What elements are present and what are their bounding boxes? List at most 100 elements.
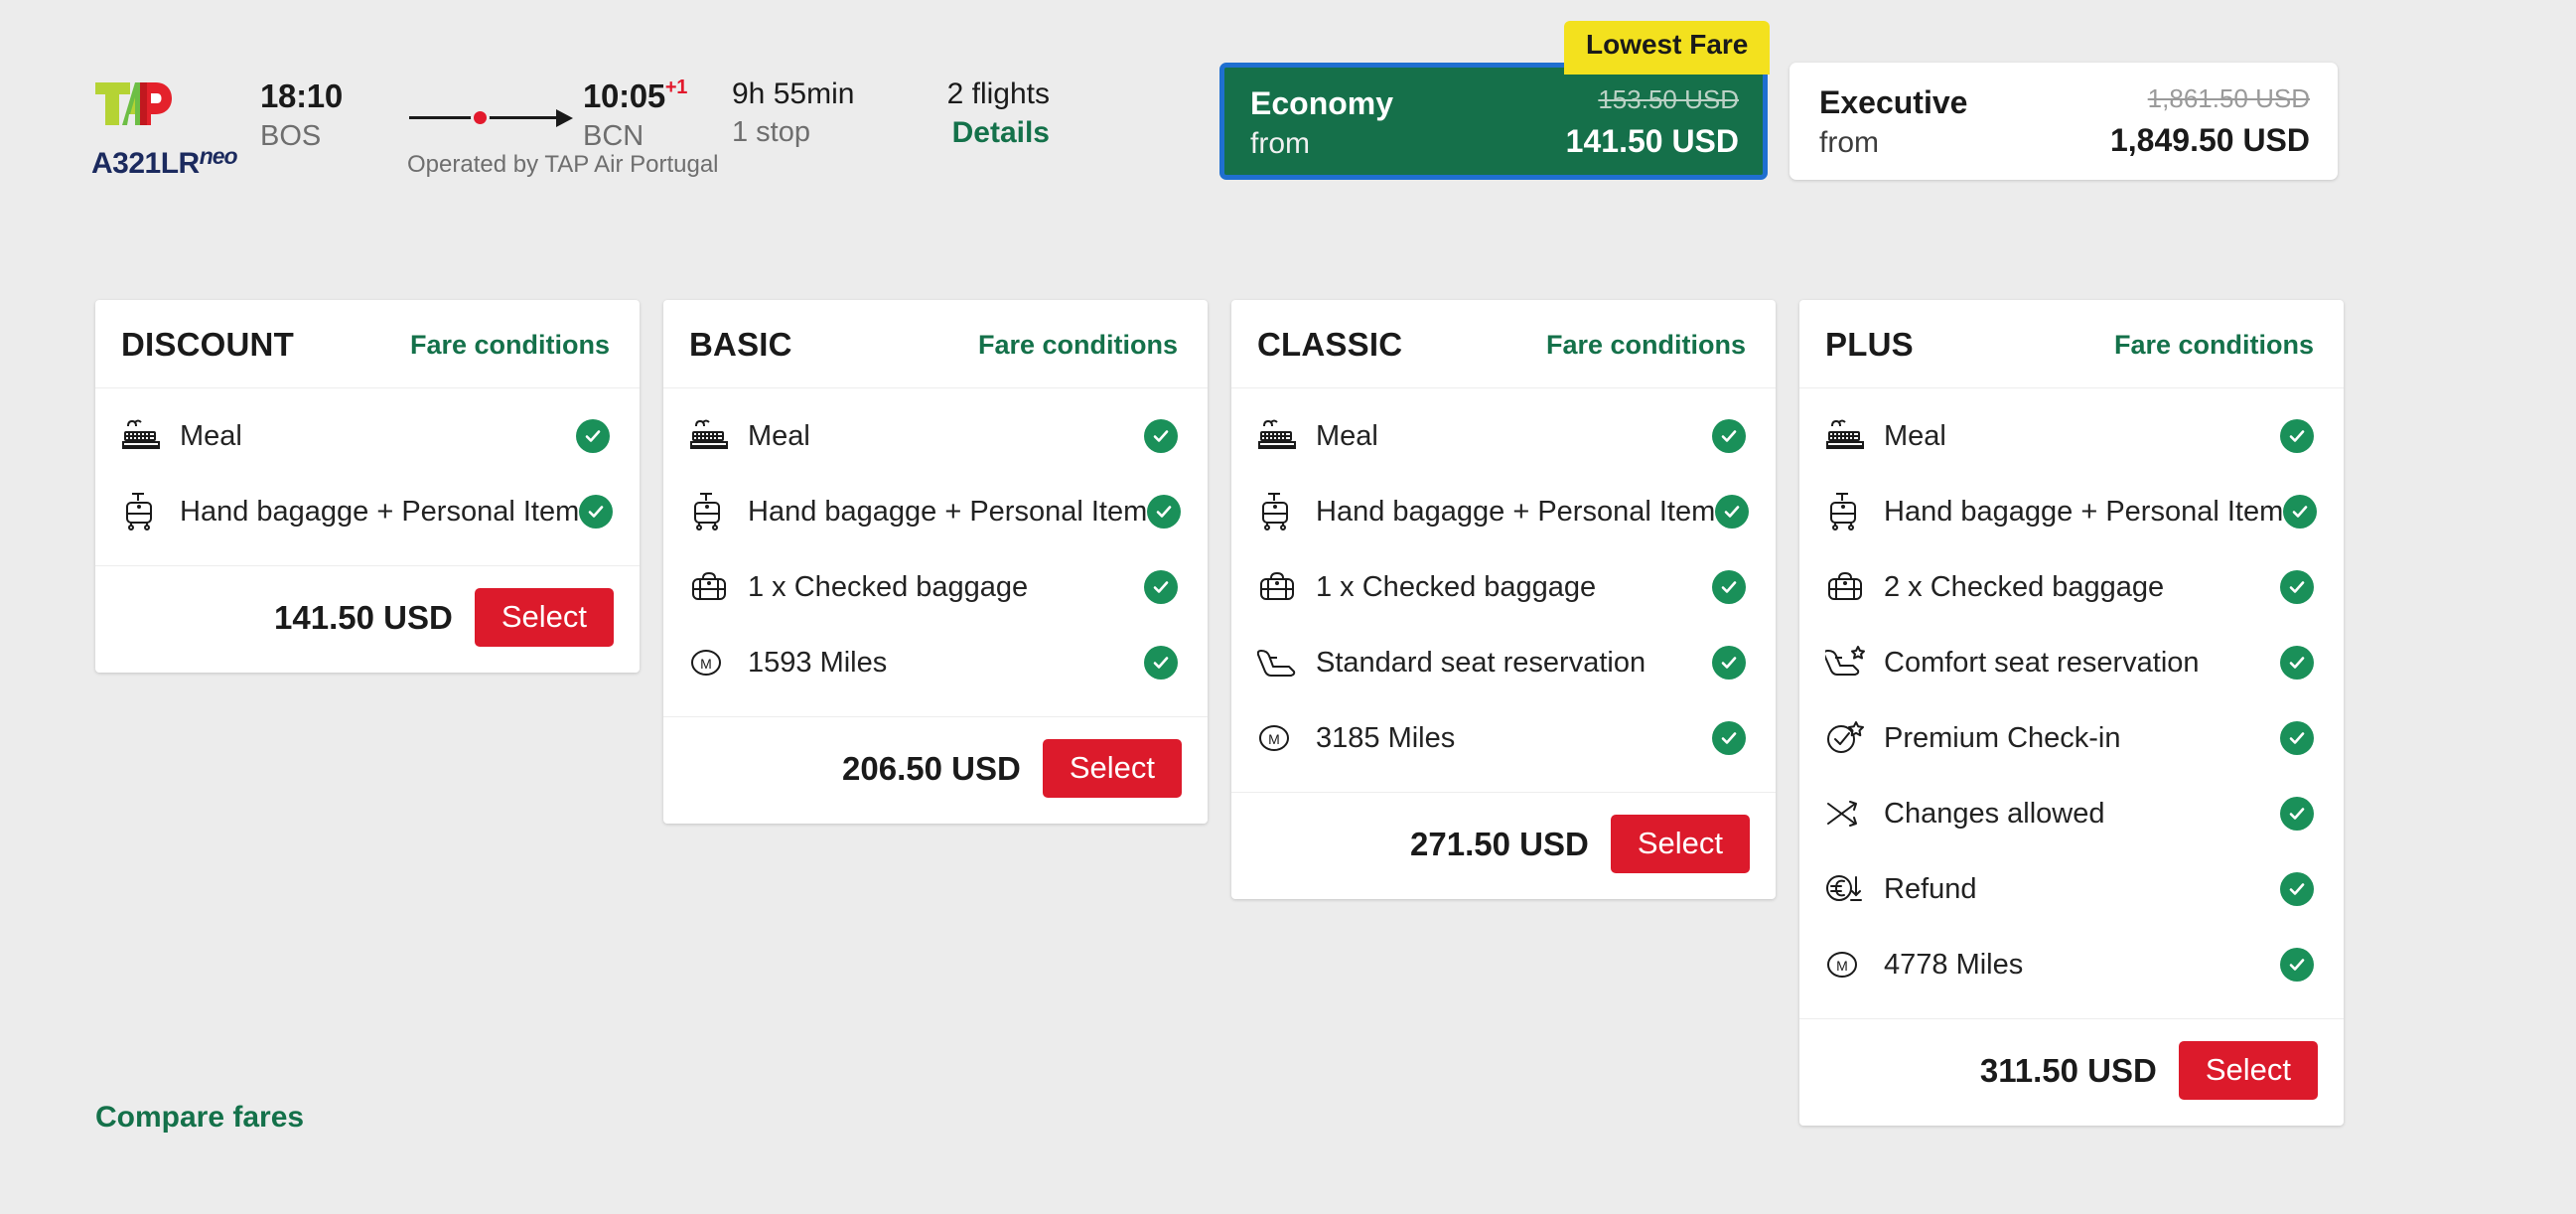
fare-feature-label: Meal (165, 420, 576, 453)
feature-included-check-icon (2280, 721, 2314, 755)
stop-count: 1 stop (732, 116, 891, 149)
flights-block: 2 flights Details (891, 60, 1050, 150)
fare-conditions-link[interactable]: Fare conditions (2114, 330, 2314, 361)
feature-included-check-icon (1712, 646, 1746, 680)
fare-feature-row: M3185 Miles (1257, 700, 1746, 776)
fare-conditions-link[interactable]: Fare conditions (410, 330, 610, 361)
departure-time-value: 18:10 (260, 77, 343, 114)
fare-feature-row: Changes allowed (1825, 776, 2314, 851)
stopover-dot-icon (471, 108, 490, 127)
cabin-tab-economy-price: 141.50 USD (1566, 121, 1739, 163)
cabin-tab-executive-from: from (1819, 124, 1967, 162)
fare-feature-row: Meal (121, 398, 610, 474)
premium-checkin-icon (1825, 717, 1869, 759)
select-button[interactable]: Select (1611, 815, 1750, 873)
departure-block: 18:10 BOS (260, 60, 409, 153)
fare-feature-row: 1 x Checked baggage (1257, 549, 1746, 625)
feature-included-check-icon (2280, 646, 2314, 680)
fare-card-plus: PLUS Fare conditions Meal Hand bagagge + Pe… (1799, 300, 2344, 1126)
fare-feature-row: Meal (1825, 398, 2314, 474)
fare-card-header: DISCOUNT Fare conditions (95, 300, 640, 388)
feature-included-check-icon (2280, 948, 2314, 982)
fare-card-title: CLASSIC (1257, 326, 1402, 364)
route-line-block (409, 60, 583, 127)
feature-included-check-icon (2280, 570, 2314, 604)
flight-summary: A321LRneo 18:10 BOS 10:05+1 BCN 9h 55min (91, 60, 1174, 189)
fare-card-footer: 271.50 USD Select (1231, 792, 1776, 899)
fare-feature-label: 1 x Checked baggage (1301, 571, 1712, 604)
fare-card-title: PLUS (1825, 326, 1914, 364)
fare-conditions-link[interactable]: Fare conditions (1546, 330, 1746, 361)
fare-feature-list: Meal Hand bagagge + Personal Item (95, 388, 640, 565)
fare-price: 141.50 USD (274, 599, 453, 637)
fare-selection-page: A321LRneo 18:10 BOS 10:05+1 BCN 9h 55min (0, 0, 2576, 1214)
feature-included-check-icon (1144, 570, 1178, 604)
flight-duration: 9h 55min (732, 77, 891, 111)
route-arrow-icon (556, 109, 573, 127)
fare-price: 311.50 USD (1980, 1052, 2157, 1090)
select-button[interactable]: Select (475, 588, 614, 647)
fare-feature-list: Meal Hand bagagge + Personal Item 1 x Chec… (1231, 388, 1776, 792)
fare-feature-label: 1593 Miles (733, 647, 1144, 680)
select-button[interactable]: Select (2179, 1041, 2318, 1100)
operated-by-text: Operated by TAP Air Portugal (407, 151, 719, 179)
fare-price: 206.50 USD (842, 750, 1021, 788)
fare-feature-row: Hand bagagge + Personal Item (689, 474, 1178, 549)
departure-airport-code: BOS (260, 120, 409, 153)
fare-feature-row: 1 x Checked baggage (689, 549, 1178, 625)
fare-card-title: DISCOUNT (121, 326, 294, 364)
cabin-tab-executive-price: 1,849.50 USD (2110, 120, 2310, 162)
fare-feature-label: 2 x Checked baggage (1869, 571, 2280, 604)
arrival-block: 10:05+1 BCN (583, 60, 732, 153)
fare-card-title: BASIC (689, 326, 792, 364)
feature-included-check-icon (1712, 570, 1746, 604)
cabin-class-tabs: Economy from 153.50 USD 141.50 USD Execu… (1219, 63, 2338, 180)
fare-card-footer: 206.50 USD Select (663, 716, 1208, 824)
meal-tray-icon (121, 415, 165, 457)
aircraft-model-text: A321LR (91, 147, 200, 181)
select-button[interactable]: Select (1043, 739, 1182, 798)
cabin-tab-economy-name: Economy (1250, 83, 1393, 123)
cabin-tab-economy[interactable]: Economy from 153.50 USD 141.50 USD (1219, 63, 1768, 180)
lowest-fare-badge: Lowest Fare (1564, 21, 1770, 75)
aircraft-neo-text: neo (200, 143, 237, 170)
fare-feature-label: Refund (1869, 873, 2280, 906)
cabin-tab-economy-from: from (1250, 125, 1393, 163)
fare-price: 271.50 USD (1410, 826, 1589, 863)
feature-included-check-icon (2280, 797, 2314, 831)
fare-card-footer: 141.50 USD Select (95, 565, 640, 673)
cabin-tab-executive-old-price: 1,861.50 USD (2110, 82, 2310, 116)
checked-baggage-icon (1257, 566, 1301, 608)
fare-card-footer: 311.50 USD Select (1799, 1018, 2344, 1126)
fare-feature-label: Meal (1301, 420, 1712, 453)
fare-feature-row: Refund (1825, 851, 2314, 927)
fare-feature-label: Meal (733, 420, 1144, 453)
meal-tray-icon (689, 415, 733, 457)
feature-included-check-icon (2280, 419, 2314, 453)
details-link[interactable]: Details (891, 116, 1050, 150)
flight-count: 2 flights (891, 77, 1050, 111)
svg-text:M: M (1268, 731, 1280, 747)
tap-logo (94, 81, 260, 136)
fare-feature-row: Hand bagagge + Personal Item (121, 474, 610, 549)
compare-fares-link[interactable]: Compare fares (95, 1101, 304, 1135)
meal-tray-icon (1825, 415, 1869, 457)
fare-feature-label: 1 x Checked baggage (733, 571, 1144, 604)
cabin-tab-executive[interactable]: Executive from 1,861.50 USD 1,849.50 USD (1789, 63, 2338, 180)
fare-feature-label: Hand bagagge + Personal Item (1301, 496, 1715, 529)
feature-included-check-icon (1712, 419, 1746, 453)
fare-feature-row: Standard seat reservation (1257, 625, 1746, 700)
cabin-tab-economy-old-price: 153.50 USD (1566, 83, 1739, 117)
hand-baggage-icon (689, 491, 733, 532)
feature-included-check-icon (1144, 419, 1178, 453)
feature-included-check-icon (1147, 495, 1181, 529)
fare-feature-label: Hand bagagge + Personal Item (165, 496, 579, 529)
fare-feature-label: Hand bagagge + Personal Item (1869, 496, 2283, 529)
feature-included-check-icon (579, 495, 613, 529)
fare-feature-row: Meal (1257, 398, 1746, 474)
fare-card-header: BASIC Fare conditions (663, 300, 1208, 388)
meal-tray-icon (1257, 415, 1301, 457)
fare-conditions-link[interactable]: Fare conditions (978, 330, 1178, 361)
comfort-seat-icon (1825, 642, 1869, 683)
feature-included-check-icon (1715, 495, 1749, 529)
